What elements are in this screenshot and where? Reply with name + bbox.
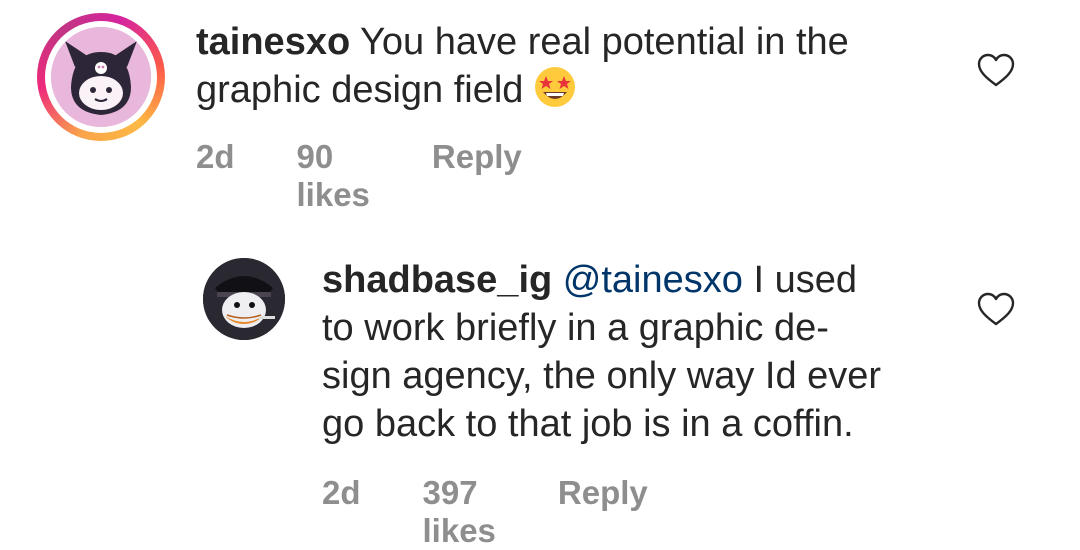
heart-outline-icon[interactable]: [976, 291, 1016, 327]
mention-link[interactable]: @tainesxo: [563, 259, 743, 301]
comment-text: tainesxo You have real potential in the …: [196, 18, 956, 114]
reply-button[interactable]: Reply: [432, 138, 522, 214]
comment-body-line: graphic design field: [196, 69, 524, 111]
comment-meta: 2d 90 likes Reply: [196, 138, 522, 214]
comment-time: 2d: [322, 474, 361, 511]
comment-likes-count[interactable]: 397 likes: [423, 474, 496, 550]
comment-line-1: shadbase_ig @tainesxo I used: [322, 256, 962, 304]
comment-body-line: sign agency, the only way Id ever: [322, 355, 882, 397]
comment-meta: 2d 397 likes Reply: [322, 474, 648, 550]
comment-username[interactable]: tainesxo: [196, 21, 350, 63]
comment-line-2: graphic design field: [196, 66, 956, 114]
comment-likes-count[interactable]: 90 likes: [297, 138, 370, 214]
comment-time: 2d: [196, 138, 235, 175]
duck-avatar-image: [203, 258, 285, 340]
comment-body-line: I used: [753, 259, 857, 301]
comment-body-line: go back to that job is in a coffin.: [322, 403, 854, 445]
star-struck-emoji-icon: [535, 67, 575, 107]
avatar[interactable]: [51, 27, 151, 127]
kuromi-avatar-image: [51, 27, 151, 127]
heart-outline-icon[interactable]: [976, 52, 1016, 88]
comment-username[interactable]: shadbase_ig: [322, 259, 552, 301]
comment-text: shadbase_ig @tainesxo I used to work bri…: [322, 256, 962, 448]
comment-body-line: to work briefly in a graphic de-: [322, 307, 829, 349]
avatar-ring-gap: [45, 21, 157, 133]
avatar-story-ring[interactable]: [37, 13, 165, 141]
comment-line-1: tainesxo You have real potential in the: [196, 18, 956, 66]
reply-button[interactable]: Reply: [558, 474, 648, 550]
avatar[interactable]: [203, 258, 285, 340]
comment-body-line: You have real potential in the: [360, 21, 849, 63]
